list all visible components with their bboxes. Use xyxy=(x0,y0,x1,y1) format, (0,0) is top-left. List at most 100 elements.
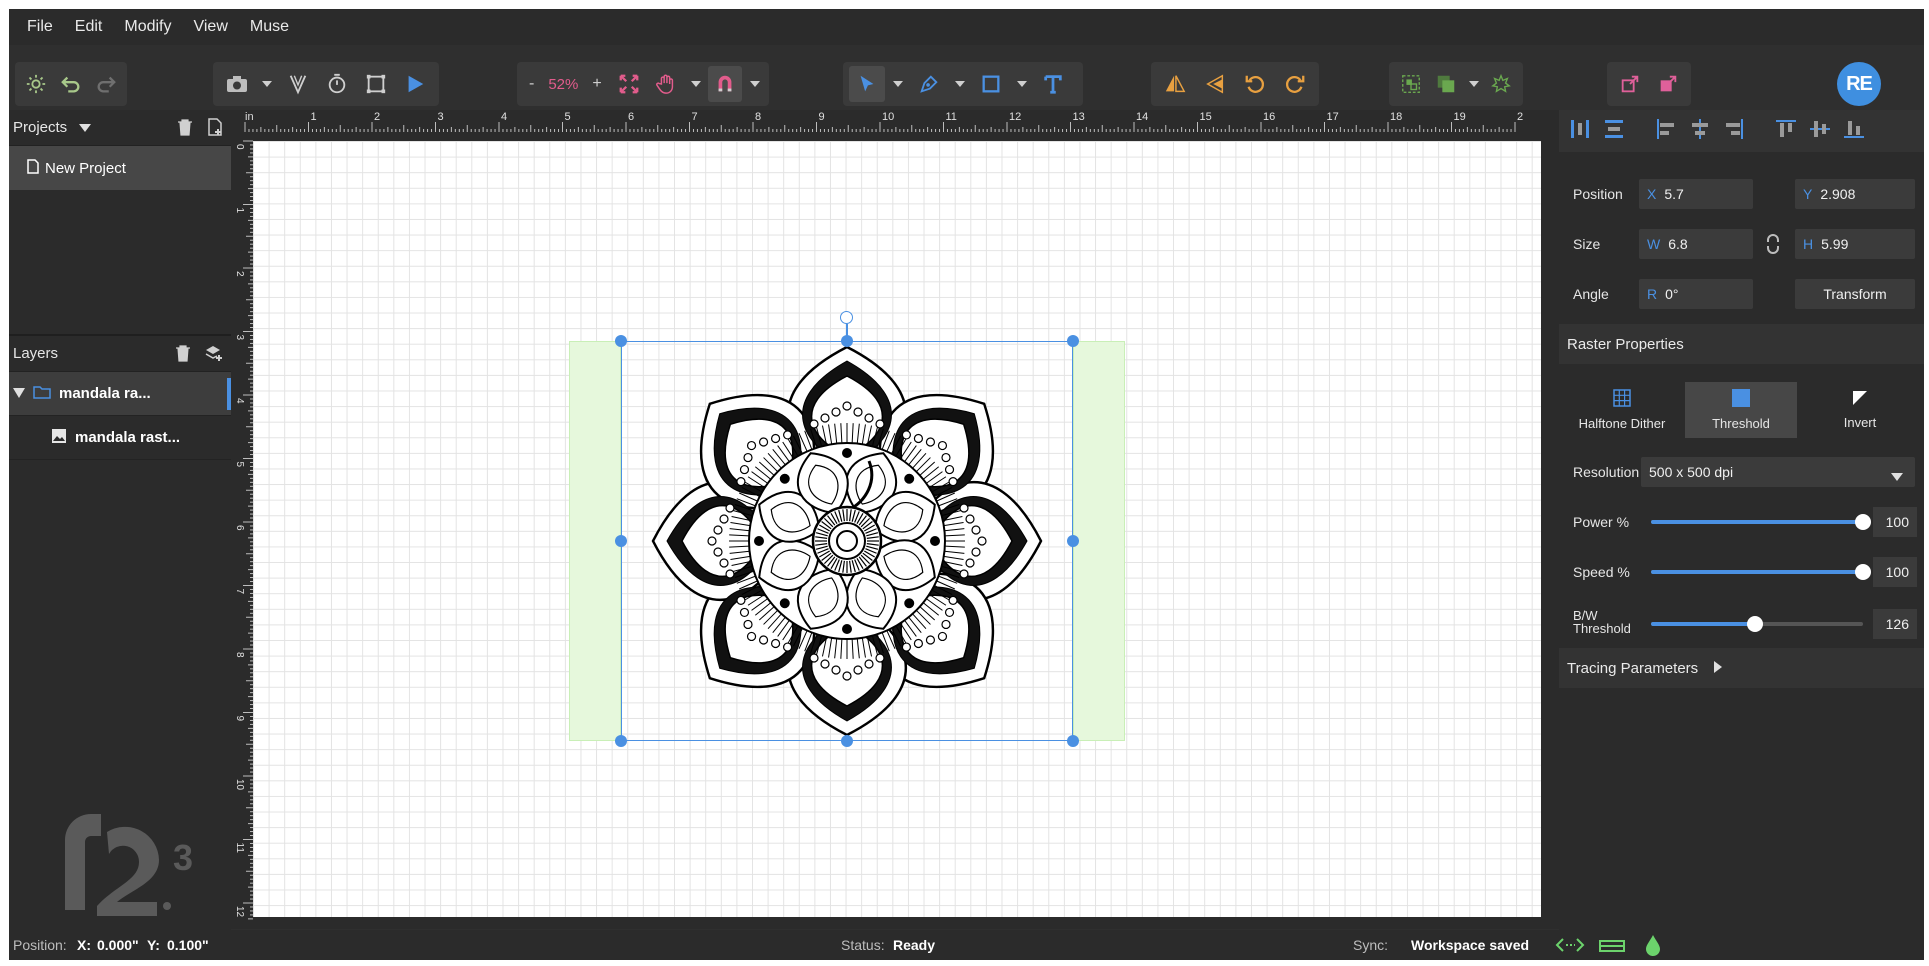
power-slider[interactable] xyxy=(1651,514,1871,530)
resize-handle-sw[interactable] xyxy=(615,735,627,747)
pan-dropdown-icon[interactable] xyxy=(687,66,704,102)
project-item[interactable]: New Project xyxy=(9,146,231,190)
camera-icon[interactable] xyxy=(219,66,254,102)
laser-status-icon[interactable] xyxy=(1599,939,1625,955)
layer-child-row[interactable]: mandala rast... xyxy=(9,416,231,460)
transform-button[interactable]: Transform xyxy=(1795,279,1915,309)
design-canvas[interactable] xyxy=(253,141,1541,929)
rectangle-tool-icon[interactable] xyxy=(973,66,1009,102)
align-middle-vertical-icon[interactable] xyxy=(1809,118,1831,144)
zoom-out-button[interactable]: - xyxy=(523,75,540,93)
resize-handle-w[interactable] xyxy=(615,535,627,547)
delete-layer-icon[interactable] xyxy=(175,344,191,366)
resolution-select[interactable]: 500 x 500 dpi xyxy=(1641,457,1915,487)
pan-hand-icon[interactable] xyxy=(650,66,684,102)
resize-handle-ne[interactable] xyxy=(1067,335,1079,347)
vector-tool-icon[interactable] xyxy=(280,66,315,102)
water-cooling-icon[interactable] xyxy=(1645,934,1661,959)
resize-handle-se[interactable] xyxy=(1067,735,1079,747)
magnet-icon[interactable] xyxy=(708,66,743,102)
cursor-position-label: Position: xyxy=(13,937,67,953)
settings-icon[interactable] xyxy=(21,66,52,102)
menu-muse[interactable]: Muse xyxy=(250,18,289,36)
ruler-top-label: 17 xyxy=(1327,111,1339,123)
bring-forward-icon[interactable] xyxy=(1613,66,1647,102)
app-logo[interactable]: RE xyxy=(1837,62,1881,106)
flip-vertical-icon[interactable] xyxy=(1197,66,1233,102)
resize-handle-e[interactable] xyxy=(1067,535,1079,547)
expand-triangle-icon[interactable] xyxy=(13,385,25,402)
menu-modify[interactable]: Modify xyxy=(124,18,171,36)
menu-view[interactable]: View xyxy=(193,18,227,36)
halftone-dither-button[interactable]: Halftone Dither xyxy=(1567,382,1677,438)
menu-edit[interactable]: Edit xyxy=(75,18,103,36)
rotate-right-icon[interactable] xyxy=(1277,66,1313,102)
magnet-dropdown-icon[interactable] xyxy=(746,66,763,102)
angle-field[interactable]: R 0° xyxy=(1639,279,1753,309)
speed-label: Speed % xyxy=(1573,564,1630,580)
invert-button[interactable]: Invert xyxy=(1805,382,1915,438)
combine-dropdown-icon[interactable] xyxy=(1466,66,1482,102)
x-field[interactable]: X 5.7 xyxy=(1639,179,1753,209)
sync-label: Sync: xyxy=(1353,937,1389,953)
rotate-left-icon[interactable] xyxy=(1237,66,1273,102)
distribute-horizontal-icon[interactable] xyxy=(1569,118,1591,144)
raster-mode-selector: Halftone Dither Threshold Invert xyxy=(1559,382,1924,438)
lock-ratio-icon[interactable] xyxy=(1765,234,1781,258)
menu-file[interactable]: File xyxy=(27,18,53,36)
select-dropdown-icon[interactable] xyxy=(889,66,907,102)
speed-value[interactable]: 100 xyxy=(1873,557,1917,587)
align-left-icon[interactable] xyxy=(1655,118,1677,144)
expand-arrow-icon[interactable] xyxy=(1714,660,1723,677)
threshold-value[interactable]: 126 xyxy=(1873,609,1917,639)
speed-slider-knob[interactable] xyxy=(1855,564,1871,580)
new-project-icon[interactable] xyxy=(207,118,223,140)
pen-tool-icon[interactable] xyxy=(911,66,947,102)
flip-horizontal-icon[interactable] xyxy=(1157,66,1193,102)
ruler-top-label: 16 xyxy=(1263,111,1275,123)
align-bottom-icon[interactable] xyxy=(1843,118,1865,144)
camera-dropdown-icon[interactable] xyxy=(258,66,276,102)
undo-icon[interactable] xyxy=(56,66,87,102)
y-field[interactable]: Y 2.908 xyxy=(1795,179,1915,209)
distribute-vertical-icon[interactable] xyxy=(1603,118,1625,144)
threshold-slider-knob[interactable] xyxy=(1746,616,1763,632)
combine-icon[interactable] xyxy=(1430,66,1461,102)
resize-handle-s[interactable] xyxy=(841,735,853,747)
delete-project-icon[interactable] xyxy=(177,118,193,140)
ungroup-icon[interactable] xyxy=(1486,66,1517,102)
rotate-handle[interactable] xyxy=(840,311,853,324)
connection-icon[interactable] xyxy=(1555,936,1585,957)
resize-handle-nw[interactable] xyxy=(615,335,627,347)
text-tool-icon[interactable] xyxy=(1035,66,1071,102)
align-center-horizontal-icon[interactable] xyxy=(1689,118,1711,144)
speed-slider[interactable] xyxy=(1651,564,1871,580)
power-value[interactable]: 100 xyxy=(1873,507,1917,537)
add-layer-icon[interactable] xyxy=(205,344,223,366)
shape-dropdown-icon[interactable] xyxy=(1013,66,1031,102)
tracing-parameters-header[interactable]: Tracing Parameters xyxy=(1559,648,1924,688)
projects-dropdown-icon[interactable] xyxy=(79,119,92,136)
send-backward-icon[interactable] xyxy=(1651,66,1685,102)
width-field[interactable]: W 6.8 xyxy=(1639,229,1753,259)
threshold-slider[interactable] xyxy=(1651,616,1863,632)
zoom-level[interactable]: 52% xyxy=(544,76,582,93)
zoom-in-button[interactable]: + xyxy=(586,75,607,93)
ruler-top-label: 11 xyxy=(946,111,957,123)
pen-dropdown-icon[interactable] xyxy=(951,66,969,102)
resize-handle-n[interactable] xyxy=(841,335,853,347)
frame-icon[interactable] xyxy=(358,66,393,102)
layer-group-row[interactable]: mandala ra... xyxy=(9,372,231,416)
resolution-label: Resolution xyxy=(1573,464,1640,480)
play-icon[interactable] xyxy=(398,66,433,102)
group-icon[interactable] xyxy=(1395,66,1426,102)
fit-view-icon[interactable] xyxy=(612,66,646,102)
align-top-icon[interactable] xyxy=(1775,118,1797,144)
height-field[interactable]: H 5.99 xyxy=(1795,229,1915,259)
align-right-icon[interactable] xyxy=(1723,118,1745,144)
timer-icon[interactable] xyxy=(319,66,354,102)
threshold-button[interactable]: Threshold xyxy=(1685,382,1797,438)
redo-icon[interactable] xyxy=(90,66,121,102)
power-slider-knob[interactable] xyxy=(1855,514,1871,530)
select-arrow-icon[interactable] xyxy=(849,66,885,102)
